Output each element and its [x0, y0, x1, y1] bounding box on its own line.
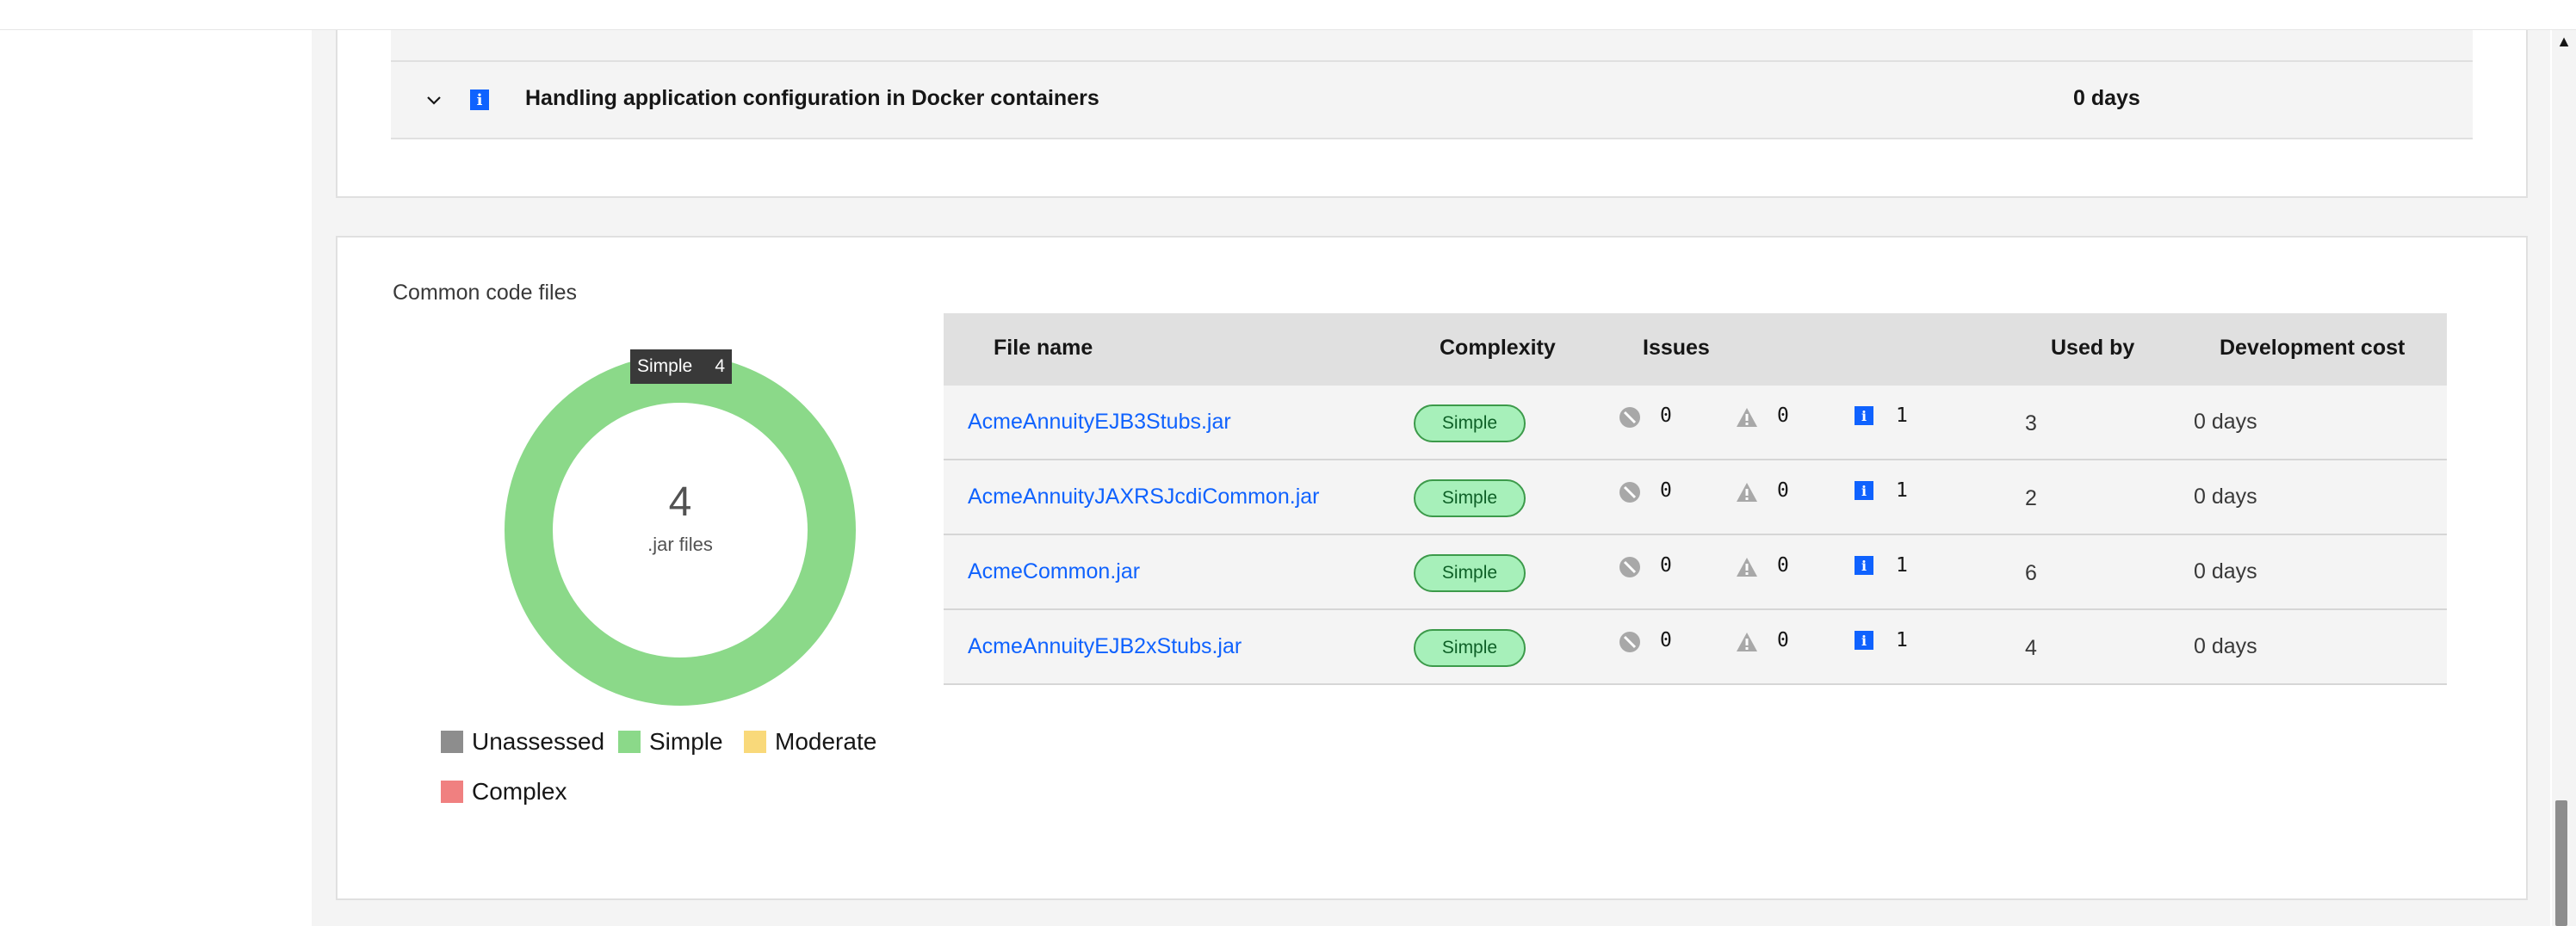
header-complexity[interactable]: Complexity	[1440, 336, 1556, 361]
info-icon: i	[1855, 556, 1873, 575]
legend-swatch	[441, 731, 463, 753]
issue-title: Handling application configuration in Do…	[525, 86, 1099, 110]
legend-swatch	[744, 731, 766, 753]
table-row: AcmeAnnuityJAXRSJcdiCommon.jar Simple 0 …	[944, 460, 2447, 535]
file-link[interactable]: AcmeCommon.jar	[968, 559, 1140, 584]
info-count: 1	[1896, 404, 1908, 427]
development-cost: 0 days	[2194, 634, 2257, 658]
info-icon: i	[470, 90, 489, 110]
critical-icon	[1619, 407, 1640, 428]
legend-label: Unassessed	[472, 728, 605, 755]
issue-days: 0 days	[2073, 86, 2140, 110]
issue-row-docker[interactable]: i Handling application configuration in …	[391, 62, 2473, 139]
complexity-tag: Simple	[1414, 404, 1526, 442]
info-count: 1	[1896, 479, 1908, 502]
critical-count: 0	[1660, 479, 1672, 502]
chevron-down-icon[interactable]	[422, 88, 446, 112]
scroll-up-icon[interactable]: ▲	[2555, 33, 2573, 50]
complexity-tag: Simple	[1414, 554, 1526, 592]
table-header: File name Complexity Issues Used by Deve…	[944, 313, 2447, 386]
legend-label: Simple	[649, 728, 723, 755]
info-count: 1	[1896, 554, 1908, 577]
legend-label: Complex	[472, 778, 567, 805]
development-cost: 0 days	[2194, 485, 2257, 509]
donut-tooltip: Simple 4	[630, 349, 732, 384]
file-link[interactable]: AcmeAnnuityEJB3Stubs.jar	[968, 410, 1231, 435]
critical-count: 0	[1660, 554, 1672, 577]
development-cost: 0 days	[2194, 559, 2257, 583]
critical-count: 0	[1660, 629, 1672, 651]
used-by-count: 2	[2025, 486, 2037, 510]
section-title: Common code files	[393, 281, 577, 305]
warning-count: 0	[1777, 404, 1789, 427]
table-row: AcmeCommon.jar Simple 0 0 i 1 6 0 days	[944, 535, 2447, 610]
donut-unit-label: .jar files	[647, 534, 713, 555]
legend-item-moderate[interactable]: Moderate	[744, 728, 876, 756]
legend-swatch	[441, 781, 463, 803]
critical-icon	[1619, 482, 1640, 503]
warning-icon	[1737, 408, 1757, 427]
warning-icon	[1737, 558, 1757, 577]
table-row: AcmeAnnuityEJB3Stubs.jar Simple 0 0 i 1 …	[944, 386, 2447, 460]
development-cost: 0 days	[2194, 410, 2257, 434]
top-bar	[0, 0, 2576, 30]
legend-label: Moderate	[775, 728, 877, 755]
warning-count: 0	[1777, 629, 1789, 651]
header-file-name[interactable]: File name	[994, 336, 1093, 361]
used-by-count: 6	[2025, 561, 2037, 585]
legend-swatch	[618, 731, 641, 753]
tooltip-value: 4	[715, 356, 725, 376]
warning-icon	[1737, 633, 1757, 651]
critical-count: 0	[1660, 404, 1672, 427]
complexity-donut-chart[interactable]	[499, 349, 861, 711]
vertical-scrollbar[interactable]	[2552, 29, 2576, 926]
header-issues[interactable]: Issues	[1643, 336, 1710, 361]
header-development-cost[interactable]: Development cost	[2220, 336, 2405, 361]
used-by-count: 3	[2025, 411, 2037, 435]
tooltip-label: Simple	[637, 356, 693, 376]
legend-item-unassessed[interactable]: Unassessed	[441, 728, 604, 756]
warning-icon	[1737, 483, 1757, 502]
info-icon: i	[1855, 481, 1873, 500]
warning-count: 0	[1777, 554, 1789, 577]
critical-icon	[1619, 557, 1640, 577]
legend-item-simple[interactable]: Simple	[618, 728, 723, 756]
file-link[interactable]: AcmeAnnuityEJB2xStubs.jar	[968, 634, 1242, 659]
warning-count: 0	[1777, 479, 1789, 502]
critical-icon	[1619, 632, 1640, 652]
table-row: AcmeAnnuityEJB2xStubs.jar Simple 0 0 i 1…	[944, 610, 2447, 685]
info-count: 1	[1896, 629, 1908, 651]
complexity-tag: Simple	[1414, 479, 1526, 517]
used-by-count: 4	[2025, 636, 2037, 660]
donut-total: 4	[668, 479, 692, 525]
file-link[interactable]: AcmeAnnuityJAXRSJcdiCommon.jar	[968, 485, 1319, 509]
left-margin	[0, 0, 312, 926]
scrollbar-thumb[interactable]	[2555, 800, 2567, 926]
complexity-tag: Simple	[1414, 629, 1526, 667]
legend-item-complex[interactable]: Complex	[441, 778, 567, 806]
header-used-by[interactable]: Used by	[2051, 336, 2134, 361]
info-icon: i	[1855, 406, 1873, 425]
donut-ring-simple	[505, 355, 856, 706]
info-icon: i	[1855, 631, 1873, 650]
